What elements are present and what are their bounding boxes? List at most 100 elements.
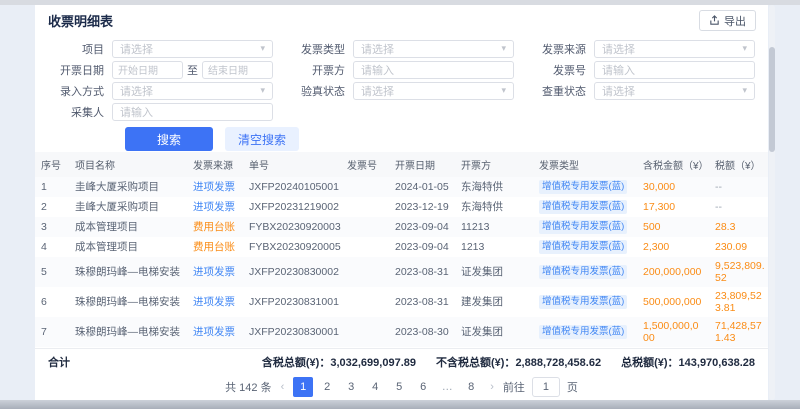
cell-amount: 30,000 [637,177,709,197]
total-with-tax: 含税总额(¥)：3,032,699,097.89 [262,354,416,370]
cell-amount: 1,500,000,000 [637,317,709,347]
dup-status-select[interactable]: 请选择 ▾ [594,82,755,100]
column-header-source: 发票来源 [187,152,243,177]
search-button[interactable]: 搜索 [125,127,213,151]
clear-search-button[interactable]: 清空搜索 [225,127,299,151]
page-button-6[interactable]: 6 [413,377,433,397]
cell-type: 增值税专用发票(蓝) [533,217,637,237]
page-button-8[interactable]: 8 [461,377,481,397]
filter-source-label: 发票来源 [530,41,586,57]
total-tax-label: 总税额(¥)： [621,357,678,369]
date-range-picker: 开始日期 至 结束日期 [112,61,273,79]
cell-order: JXFP20231219002 [243,197,341,217]
table-row[interactable]: 2圭峰大厦采购项目进项发票JXFP202312190022023-12-19东海… [35,197,768,217]
cell-date: 2023-08-31 [389,287,455,317]
entry-mode-select[interactable]: 请选择 ▾ [112,82,273,100]
table-row[interactable]: 6珠穆朗玛峰—电梯安装进项发票JXFP202308310012023-08-31… [35,287,768,317]
filter-source: 发票来源 请选择 ▾ [530,39,755,58]
filter-collector-label: 采集人 [48,104,104,120]
page-header: 收票明细表 导出 [35,5,768,35]
date-end-placeholder: 结束日期 [208,62,248,77]
page-button-1[interactable]: 1 [293,377,313,397]
table-row[interactable]: 5珠穆朗玛峰—电梯安装进项发票JXFP202308300022023-08-31… [35,257,768,287]
export-button-label: 导出 [724,13,746,29]
total-with-tax-label: 含税总额(¥)： [262,357,330,369]
column-header-seq: 序号 [35,152,69,177]
export-button[interactable]: 导出 [699,10,756,31]
cell-tax: 71,428,571.43 [709,317,768,347]
cell-date: 2023-08-31 [389,257,455,287]
cell-project: 圭峰大厦采购项目 [69,197,187,217]
column-header-project: 项目名称 [69,152,187,177]
collector-input[interactable]: 请输入 [112,103,273,121]
column-header-date: 开票日期 [389,152,455,177]
invoice-type-badge: 增值税专用发票(蓝) [539,220,627,234]
cell-date: 2023-09-04 [389,237,455,257]
chevron-down-icon: ▾ [501,43,506,54]
table-row[interactable]: 3成本管理项目费用台账FYBX202309200032023-09-041121… [35,217,768,237]
cell-source: 费用台账 [187,217,243,237]
pagination: 共 142 条 ‹ 123456…8 › 前往 页 [35,374,768,400]
chevron-down-icon: ▾ [742,85,747,96]
table-row[interactable]: 7珠穆朗玛峰—电梯安装进项发票JXFP202308300012023-08-30… [35,317,768,347]
invoice-type-badge: 增值税专用发票(蓝) [539,265,627,279]
filter-verify-status-label: 验真状态 [289,83,345,99]
cell-issuer: 11213 [455,217,533,237]
invoice-type-badge: 增值税专用发票(蓝) [539,180,627,194]
cell-tax: 28.3 [709,217,768,237]
cell-issuer: 证发集团 [455,257,533,287]
cell-amount: 500,000,000 [637,287,709,317]
cell-project: 圭峰大厦采购项目 [69,177,187,197]
cell-type: 增值税专用发票(蓝) [533,317,637,347]
summary-row: 合计 含税总额(¥)：3,032,699,097.89 不含税总额(¥)：2,8… [35,348,768,374]
page-button-4[interactable]: 4 [365,377,385,397]
cell-source: 进项发票 [187,287,243,317]
goto-page-input[interactable] [532,377,560,397]
filter-invoice-type: 发票类型 请选择 ▾ [289,39,514,58]
verify-status-select[interactable]: 请选择 ▾ [353,82,514,100]
filter-dup-status-label: 查重状态 [530,83,586,99]
project-select[interactable]: 请选择 ▾ [112,40,273,58]
cell-type: 增值税专用发票(蓝) [533,287,637,317]
invoice-type-select[interactable]: 请选择 ▾ [353,40,514,58]
prev-page-icon[interactable]: ‹ [279,381,287,393]
column-header-type: 发票类型 [533,152,637,177]
cell-order: FYBX20230920005 [243,237,341,257]
total-with-tax-value: 3,032,699,097.89 [330,357,416,369]
cell-seq: 4 [35,237,69,257]
cell-date: 2023-09-04 [389,217,455,237]
page-button-3[interactable]: 3 [341,377,361,397]
cell-issuer: 证发集团 [455,317,533,347]
date-end-input[interactable]: 结束日期 [202,61,273,79]
table-row[interactable]: 4成本管理项目费用台账FYBX202309200052023-09-041213… [35,237,768,257]
issuer-input[interactable]: 请输入 [353,61,514,79]
cell-project: 珠穆朗玛峰—电梯安装 [69,317,187,347]
next-page-icon[interactable]: › [488,381,496,393]
page-button-5[interactable]: 5 [389,377,409,397]
chevron-down-icon: ▾ [742,43,747,54]
table-row[interactable]: 1圭峰大厦采购项目进项发票JXFP202401050012024-01-05东海… [35,177,768,197]
cell-issuer: 1213 [455,237,533,257]
cell-project: 成本管理项目 [69,217,187,237]
total-without-tax-value: 2,888,728,458.62 [515,357,601,369]
cell-tax: 23,809,523.81 [709,287,768,317]
column-header-tax: 税额（¥） [709,152,768,177]
cell-order: JXFP20230830001 [243,317,341,347]
vertical-scrollbar[interactable] [769,5,775,400]
filter-actions: 搜索 清空搜索 [125,127,755,151]
cell-seq: 3 [35,217,69,237]
date-start-input[interactable]: 开始日期 [112,61,183,79]
cell-type: 增值税专用发票(蓝) [533,197,637,217]
invoice-no-input[interactable]: 请输入 [594,61,755,79]
source-select[interactable]: 请选择 ▾ [594,40,755,58]
invoice-type-select-placeholder: 请选择 [361,41,394,57]
scrollbar-thumb[interactable] [769,47,775,152]
project-select-placeholder: 请选择 [120,41,153,57]
collector-input-placeholder: 请输入 [120,104,153,120]
filter-project: 项目 请选择 ▾ [48,39,273,58]
cell-source: 费用台账 [187,237,243,257]
cell-seq: 7 [35,317,69,347]
page-button-2[interactable]: 2 [317,377,337,397]
cell-invoice_no [341,197,389,217]
cell-invoice_no [341,177,389,197]
